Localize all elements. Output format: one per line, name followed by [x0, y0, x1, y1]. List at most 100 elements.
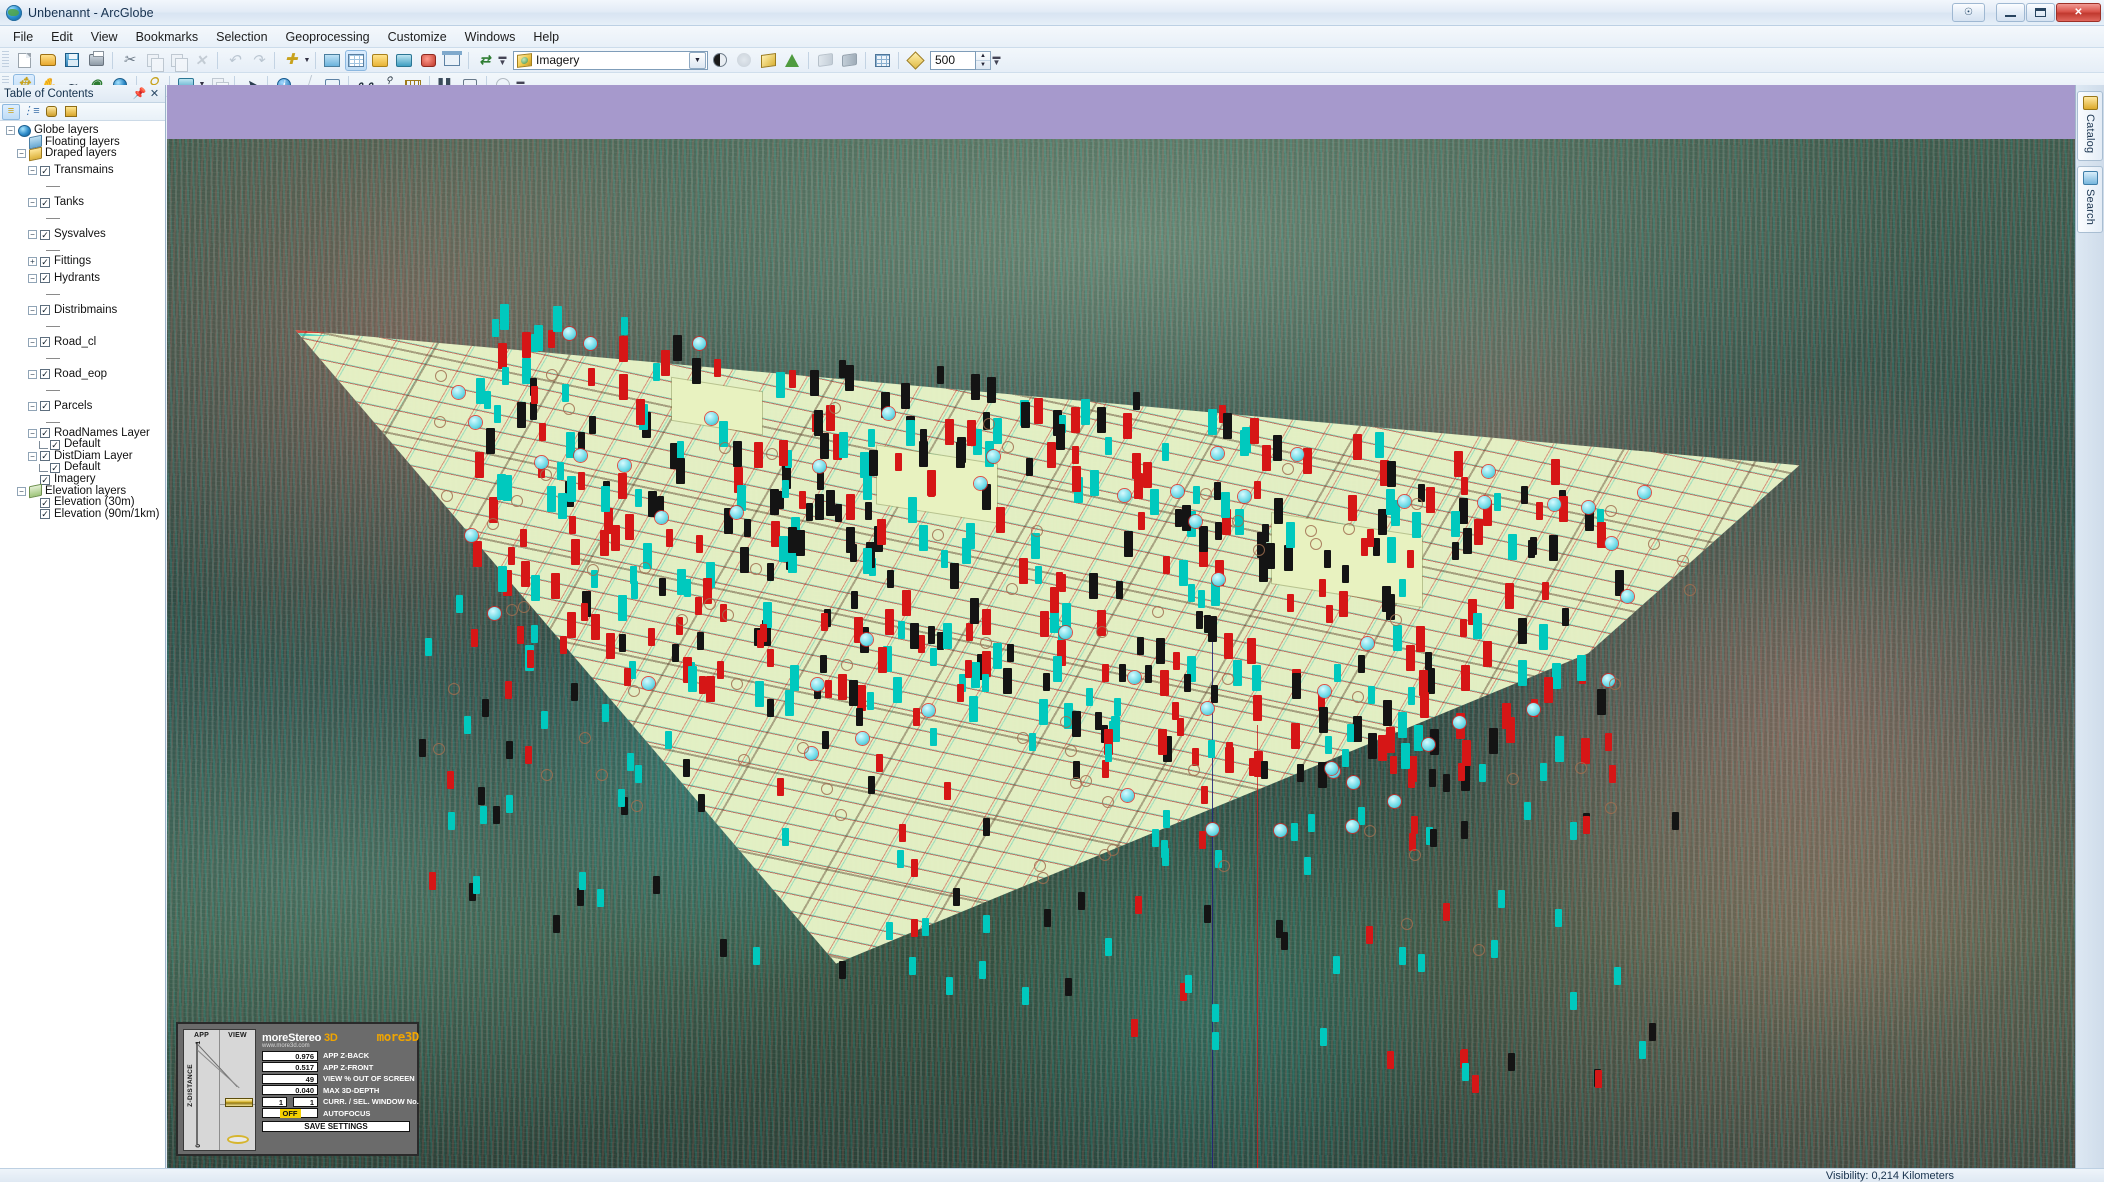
tab-search[interactable]: Search	[2077, 166, 2103, 234]
layer-visibility-checkbox[interactable]: ✓	[40, 401, 50, 412]
window-icon[interactable]	[441, 50, 463, 71]
value-spinner[interactable]: 500 ▲ ▼	[930, 50, 991, 70]
app-z-front-value[interactable]: 0.517	[262, 1062, 318, 1072]
collapse-icon[interactable]: −	[28, 166, 37, 176]
layer-visibility-checkbox[interactable]: ✓	[50, 462, 60, 473]
table-of-contents-icon[interactable]	[345, 49, 367, 71]
toolbar-overflow-button-2[interactable]: ▬ ▼	[991, 50, 1002, 70]
menu-windows[interactable]: Windows	[456, 27, 525, 47]
toc-item-elevation-30m[interactable]: ✓ Elevation (30m)	[0, 496, 165, 509]
layer-visibility-checkbox[interactable]: ✓	[40, 497, 50, 508]
delete-icon[interactable]: ✕	[190, 50, 212, 71]
raster-grid-icon[interactable]	[871, 50, 893, 71]
autofocus-toggle[interactable]: OFF	[262, 1108, 318, 1118]
toc-item-default[interactable]: ✓ Default	[0, 439, 165, 451]
toc-item-elevation-90m-1km[interactable]: ✓ Elevation (90m/1km)	[0, 508, 165, 521]
collapse-icon[interactable]: −	[28, 305, 37, 315]
toc-item-elevation-layers[interactable]: − Elevation layers	[0, 483, 165, 499]
layer-visibility-checkbox[interactable]: ✓	[40, 337, 50, 348]
menu-edit[interactable]: Edit	[42, 27, 82, 47]
spinner-value[interactable]: 500	[930, 50, 976, 70]
collapse-icon[interactable]: −	[28, 428, 37, 438]
spinner-up-icon[interactable]: ▲	[976, 52, 990, 61]
open-icon[interactable]	[37, 50, 59, 71]
collapse-icon[interactable]: −	[6, 126, 15, 136]
toc-item-sysvalves[interactable]: − ✓ Sysvalves	[0, 224, 165, 246]
help-button[interactable]: ☉	[1952, 3, 1985, 22]
list-by-source-icon[interactable]: ⋮≡	[22, 104, 40, 120]
collapse-icon[interactable]: −	[28, 369, 37, 379]
chevron-down-icon[interactable]: ▼	[689, 51, 706, 69]
add-data-dropdown-icon[interactable]: ▼	[303, 50, 311, 70]
layer-visibility-checkbox[interactable]: ✓	[40, 273, 50, 284]
save-settings-button[interactable]: SAVE SETTINGS	[262, 1120, 410, 1132]
layer-visibility-checkbox[interactable]: ✓	[50, 439, 60, 450]
new-document-icon[interactable]	[13, 50, 35, 71]
transparency-icon[interactable]	[757, 50, 779, 71]
expand-icon[interactable]: +	[28, 257, 37, 267]
globe-map-view[interactable]	[167, 85, 2075, 1168]
copy-icon[interactable]	[142, 50, 164, 72]
maximize-button[interactable]	[2026, 3, 2055, 22]
menu-customize[interactable]: Customize	[379, 27, 456, 47]
toc-item-distdiam-layer[interactable]: − ✓ DistDiam Layer	[0, 450, 165, 463]
globe-properties-icon[interactable]	[369, 50, 391, 71]
tab-catalog[interactable]: Catalog	[2077, 91, 2103, 162]
toc-item-roadnames-layer[interactable]: − ✓ RoadNames Layer	[0, 427, 165, 439]
spinner-buttons[interactable]: ▲ ▼	[976, 50, 991, 70]
toc-item-parcels[interactable]: − ✓ Parcels	[0, 395, 165, 417]
layer-visibility-checkbox[interactable]: ✓	[40, 165, 50, 176]
selected-window-no-value[interactable]: 1	[293, 1096, 318, 1107]
toc-item-imagery[interactable]: ✓ Imagery	[0, 473, 165, 486]
toolbar-overflow-button[interactable]: ▬ ▼	[497, 50, 508, 70]
toc-item-floating-layers[interactable]: Floating layers	[0, 135, 165, 150]
layer-visibility-checkbox[interactable]: ✓	[40, 197, 50, 208]
toc-item-tanks[interactable]: − ✓ Tanks	[0, 192, 165, 214]
redo-icon[interactable]: ↷	[247, 50, 269, 71]
undo-icon[interactable]: ↶	[223, 50, 245, 71]
menu-geoprocessing[interactable]: Geoprocessing	[277, 27, 379, 47]
layer-visibility-checkbox[interactable]: ✓	[40, 451, 50, 462]
toc-item-road-eop[interactable]: − ✓ Road_eop	[0, 363, 165, 385]
menu-selection[interactable]: Selection	[207, 27, 276, 47]
fade-in-icon[interactable]	[838, 50, 860, 71]
layer-select-combo[interactable]: Imagery ▼	[513, 50, 708, 70]
menu-view[interactable]: View	[82, 27, 127, 47]
add-data-icon[interactable]: ✚	[280, 50, 302, 71]
minimize-button[interactable]	[1996, 3, 2025, 22]
layer-visibility-checkbox[interactable]: ✓	[40, 369, 50, 380]
fade-out-icon[interactable]	[814, 50, 836, 71]
layer-visibility-checkbox[interactable]: ✓	[40, 509, 50, 520]
view-out-of-screen-value[interactable]: 49	[262, 1073, 318, 1084]
current-window-no-value[interactable]: 1	[262, 1096, 287, 1107]
menu-bookmarks[interactable]: Bookmarks	[127, 27, 208, 47]
collapse-icon[interactable]: −	[17, 149, 26, 159]
list-by-drawing-order-icon[interactable]: ≡	[2, 103, 20, 120]
close-icon[interactable]: ✕	[148, 87, 161, 100]
collapse-icon[interactable]: −	[28, 337, 37, 347]
paste-icon[interactable]	[166, 50, 188, 72]
spinner-down-icon[interactable]: ▼	[976, 61, 990, 69]
toc-layer-tree[interactable]: − Globe layers Floating layers − Draped laye…	[0, 121, 165, 1168]
toc-item-default[interactable]: ✓ Default	[0, 462, 165, 474]
collapse-icon[interactable]: −	[17, 486, 26, 496]
list-by-visibility-icon[interactable]	[42, 104, 60, 120]
menu-help[interactable]: Help	[524, 27, 568, 47]
toc-item-globe-layers[interactable]: − Globe layers	[0, 125, 165, 137]
collapse-icon[interactable]: −	[28, 273, 37, 283]
collapse-icon[interactable]: −	[28, 451, 37, 461]
toolbar-grip[interactable]	[2, 51, 9, 69]
toc-item-road-cl[interactable]: − ✓ Road_cl	[0, 331, 165, 353]
close-button[interactable]: ✕	[2056, 3, 2101, 22]
app-z-back-value[interactable]: 0.976	[262, 1050, 318, 1061]
pin-icon[interactable]: 📌	[133, 87, 147, 100]
brightness-icon[interactable]	[733, 50, 755, 71]
layer-visibility-checkbox[interactable]: ✓	[40, 305, 50, 316]
menu-file[interactable]: File	[4, 27, 42, 47]
collapse-icon[interactable]: −	[28, 198, 37, 208]
print-icon[interactable]	[85, 50, 107, 71]
save-icon[interactable]	[61, 50, 83, 71]
cut-icon[interactable]: ✂	[118, 50, 140, 71]
collapse-icon[interactable]: −	[28, 401, 37, 411]
layer-visibility-checkbox[interactable]: ✓	[40, 428, 50, 439]
